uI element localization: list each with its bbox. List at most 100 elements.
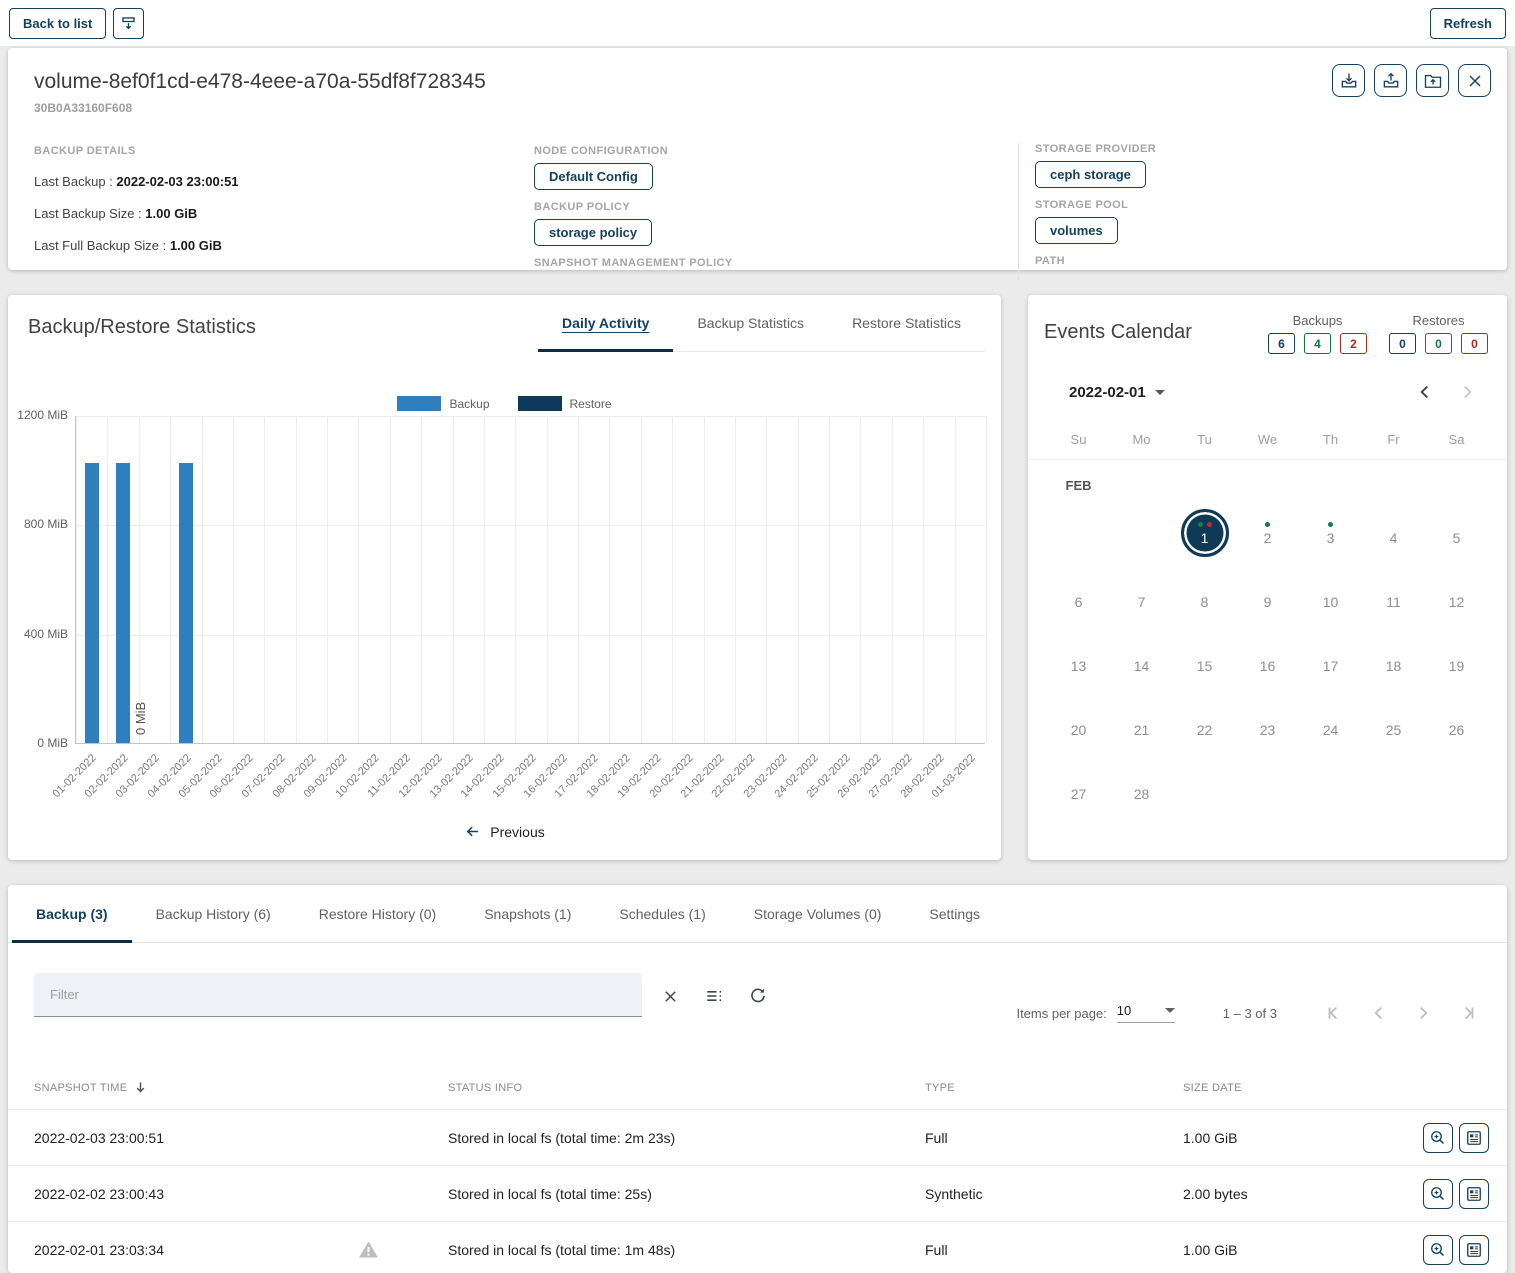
calendar-day-7[interactable]: 7 xyxy=(1110,565,1173,629)
backup-report-button[interactable] xyxy=(1459,1179,1489,1209)
chevron-down-icon xyxy=(1155,390,1165,395)
calendar-day-22[interactable]: 22 xyxy=(1173,693,1236,757)
event-dots xyxy=(1265,520,1270,528)
calendar-day-3[interactable]: 3 xyxy=(1299,501,1362,565)
tab-restore-statistics[interactable]: Restore Statistics xyxy=(828,295,985,351)
clear-filter-button[interactable] xyxy=(656,982,684,1010)
x-axis-tick-label: 03-02-2022 xyxy=(114,752,162,800)
calendar-date-row: 2022-02-01 xyxy=(1028,378,1507,406)
count-badge-navy: 0 xyxy=(1389,333,1416,354)
next-page-button[interactable] xyxy=(1409,999,1437,1027)
calendar-weekday-header: SuMoTuWeThFrSa xyxy=(1028,432,1507,460)
calendar-prev-button[interactable] xyxy=(1411,378,1439,406)
events-calendar-card: Events Calendar Backups642Restores000 20… xyxy=(1028,295,1507,860)
calendar-day-21[interactable]: 21 xyxy=(1110,693,1173,757)
backup-detail-row: Last Backup Size : 1.00 GiB xyxy=(34,206,534,221)
calendar-day-1[interactable]: 1 xyxy=(1173,501,1236,565)
tab-schedules-1[interactable]: Schedules (1) xyxy=(595,885,729,942)
prev-page-button[interactable] xyxy=(1365,999,1393,1027)
tab-snapshots-1[interactable]: Snapshots (1) xyxy=(460,885,595,942)
close-button[interactable] xyxy=(1458,64,1491,97)
snapshot-management-policy-heading: SNAPSHOT MANAGEMENT POLICY xyxy=(534,257,1018,269)
file-recovery-button[interactable] xyxy=(1416,64,1449,97)
details-tabs: Backup (3)Backup History (6)Restore Hist… xyxy=(8,885,1507,943)
node-config-chip[interactable]: Default Config xyxy=(534,163,653,190)
day-number: 24 xyxy=(1323,722,1339,738)
calendar-day-15[interactable]: 15 xyxy=(1173,629,1236,693)
calendar-day-27[interactable]: 27 xyxy=(1047,757,1110,821)
column-status-info[interactable]: STATUS INFO xyxy=(448,1082,925,1094)
backup-policy-heading: BACKUP POLICY xyxy=(534,201,1018,213)
calendar-title: Events Calendar xyxy=(1044,321,1192,354)
calendar-day-23[interactable]: 23 xyxy=(1236,693,1299,757)
tab-storage-volumes-0[interactable]: Storage Volumes (0) xyxy=(730,885,906,942)
inspect-backup-button[interactable] xyxy=(1423,1179,1453,1209)
calendar-day-11[interactable]: 11 xyxy=(1362,565,1425,629)
restore-button[interactable] xyxy=(1374,64,1407,97)
storage-pool-chip[interactable]: volumes xyxy=(1035,217,1118,244)
inspect-backup-button[interactable] xyxy=(1423,1123,1453,1153)
calendar-day-16[interactable]: 16 xyxy=(1236,629,1299,693)
cell-type: Full xyxy=(925,1130,1175,1146)
tab-daily-activity[interactable]: Daily Activity xyxy=(538,295,673,351)
backup-report-button[interactable] xyxy=(1459,1235,1489,1265)
chart-bar xyxy=(179,463,193,743)
backup-details-heading: BACKUP DETAILS xyxy=(34,145,534,157)
tab-settings[interactable]: Settings xyxy=(905,885,1004,942)
items-per-page-select[interactable]: 10 xyxy=(1117,1003,1175,1023)
previous-period-link[interactable]: Previous xyxy=(8,823,1001,840)
calendar-day-18[interactable]: 18 xyxy=(1362,629,1425,693)
calendar-day-13[interactable]: 13 xyxy=(1047,629,1110,693)
scroll-to-details-button[interactable] xyxy=(113,8,144,39)
calendar-day-12[interactable]: 12 xyxy=(1425,565,1488,629)
column-type[interactable]: TYPE xyxy=(925,1082,1175,1094)
reload-table-button[interactable] xyxy=(744,982,772,1010)
tab-backup-statistics[interactable]: Backup Statistics xyxy=(673,295,828,351)
calendar-day-25[interactable]: 25 xyxy=(1362,693,1425,757)
backup-now-button[interactable] xyxy=(1332,64,1365,97)
volume-header: volume-8ef0f1cd-e478-4eee-a70a-55df8f728… xyxy=(8,48,1507,97)
refresh-button[interactable]: Refresh xyxy=(1430,8,1506,39)
calendar-day-4[interactable]: 4 xyxy=(1362,501,1425,565)
column-size-date[interactable]: SIZE DATE xyxy=(1175,1082,1415,1094)
y-axis-tick-label: 0 MiB xyxy=(8,736,68,750)
calendar-day-10[interactable]: 10 xyxy=(1299,565,1362,629)
calendar-day-20[interactable]: 20 xyxy=(1047,693,1110,757)
weekday-label: Tu xyxy=(1173,432,1236,447)
tab-backup-history-6[interactable]: Backup History (6) xyxy=(132,885,295,942)
cell-type: Synthetic xyxy=(925,1186,1175,1202)
calendar-next-button[interactable] xyxy=(1453,378,1481,406)
tab-restore-history-0[interactable]: Restore History (0) xyxy=(295,885,460,942)
backup-policy-chip[interactable]: storage policy xyxy=(534,219,652,246)
calendar-day-5[interactable]: 5 xyxy=(1425,501,1488,565)
calendar-day-9[interactable]: 9 xyxy=(1236,565,1299,629)
calendar-date-select[interactable]: 2022-02-01 xyxy=(1069,384,1165,401)
archive-down-icon xyxy=(1339,71,1359,91)
calendar-day-6[interactable]: 6 xyxy=(1047,565,1110,629)
inspect-backup-button[interactable] xyxy=(1423,1235,1453,1265)
calendar-day-24[interactable]: 24 xyxy=(1299,693,1362,757)
filter-input[interactable] xyxy=(48,986,628,1003)
table-header: SNAPSHOT TIME STATUS INFO TYPE SIZE DATE xyxy=(8,1066,1507,1110)
column-options-button[interactable] xyxy=(700,982,728,1010)
last-page-button[interactable] xyxy=(1453,999,1481,1027)
backup-report-button[interactable] xyxy=(1459,1123,1489,1153)
calendar-day-28[interactable]: 28 xyxy=(1110,757,1173,821)
calendar-day-14[interactable]: 14 xyxy=(1110,629,1173,693)
day-number: 5 xyxy=(1453,530,1461,546)
calendar-day-8[interactable]: 8 xyxy=(1173,565,1236,629)
column-snapshot-time[interactable]: SNAPSHOT TIME xyxy=(34,1080,348,1095)
cell-warning xyxy=(348,1240,448,1259)
calendar-day-19[interactable]: 19 xyxy=(1425,629,1488,693)
calendar-day-26[interactable]: 26 xyxy=(1425,693,1488,757)
storage-provider-chip[interactable]: ceph storage xyxy=(1035,161,1146,188)
chart-bar xyxy=(116,463,130,743)
x-axis-tick-label: 18-02-2022 xyxy=(584,752,632,800)
calendar-day-2[interactable]: 2 xyxy=(1236,501,1299,565)
back-to-list-button[interactable]: Back to list xyxy=(9,8,106,39)
first-page-button[interactable] xyxy=(1321,999,1349,1027)
sort-desc-icon xyxy=(133,1080,148,1095)
event-count-groups: Backups642Restores000 xyxy=(1268,313,1488,354)
calendar-day-17[interactable]: 17 xyxy=(1299,629,1362,693)
tab-backup-3[interactable]: Backup (3) xyxy=(12,885,132,942)
